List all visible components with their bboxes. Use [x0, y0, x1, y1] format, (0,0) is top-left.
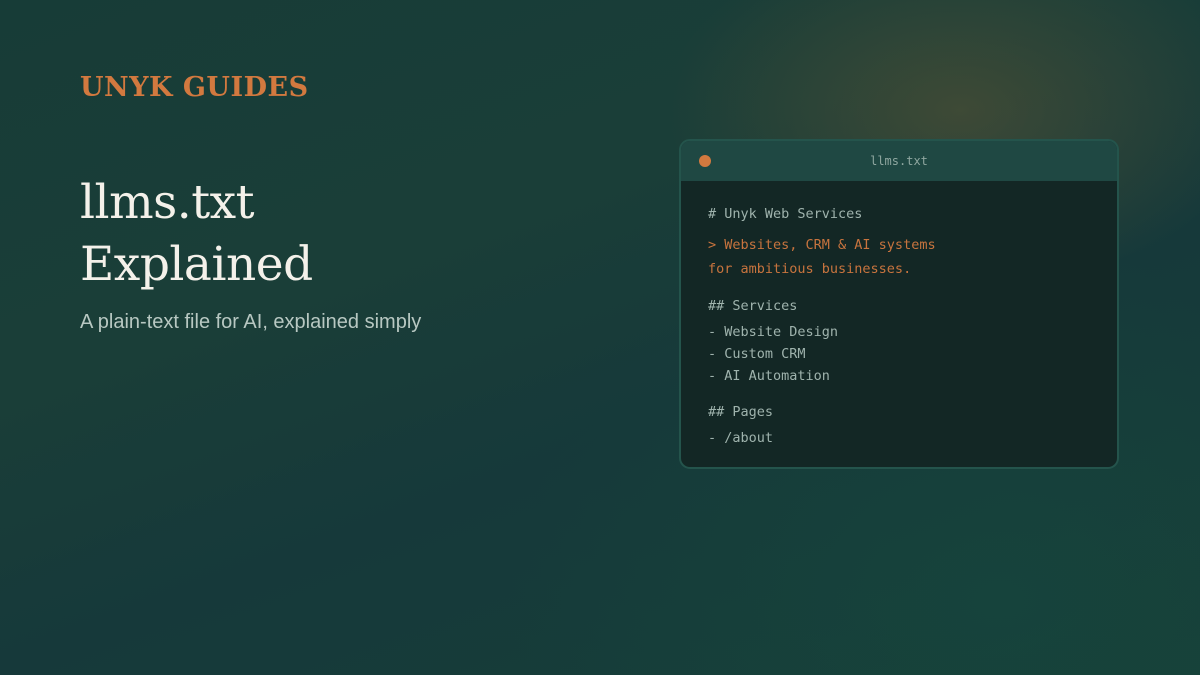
code-spacer	[708, 387, 1097, 401]
code-line-heading: # Unyk Web Services	[708, 206, 863, 222]
code-line-page-1: - /about	[708, 430, 774, 446]
window-filename: llms.txt	[870, 154, 928, 168]
code-line-service-2: - Custom CRM	[708, 346, 806, 362]
code-line-service-3: - AI Automation	[708, 368, 830, 384]
title-line-2: Explained	[80, 237, 313, 292]
window-titlebar: llms.txt	[681, 141, 1117, 181]
page-title: llms.txt Explained	[80, 172, 313, 296]
code-spacer	[708, 281, 1097, 295]
file-content: # Unyk Web Services > Websites, CRM & AI…	[708, 203, 1097, 449]
page-subtitle: A plain-text file for AI, explained simp…	[80, 311, 422, 333]
code-line-quote-1: > Websites, CRM & AI systems	[708, 237, 936, 253]
code-line-pages-heading: ## Pages	[708, 404, 774, 420]
code-line-quote-2: for ambitious businesses.	[708, 261, 912, 277]
code-line-services-heading: ## Services	[708, 298, 798, 314]
code-line-service-1: - Website Design	[708, 324, 839, 340]
brand-logo-text: UNYK GUIDES	[80, 72, 309, 103]
file-preview-window: llms.txt # Unyk Web Services > Websites,…	[679, 139, 1119, 469]
code-spacer	[708, 225, 1097, 233]
title-line-1: llms.txt	[80, 175, 254, 230]
